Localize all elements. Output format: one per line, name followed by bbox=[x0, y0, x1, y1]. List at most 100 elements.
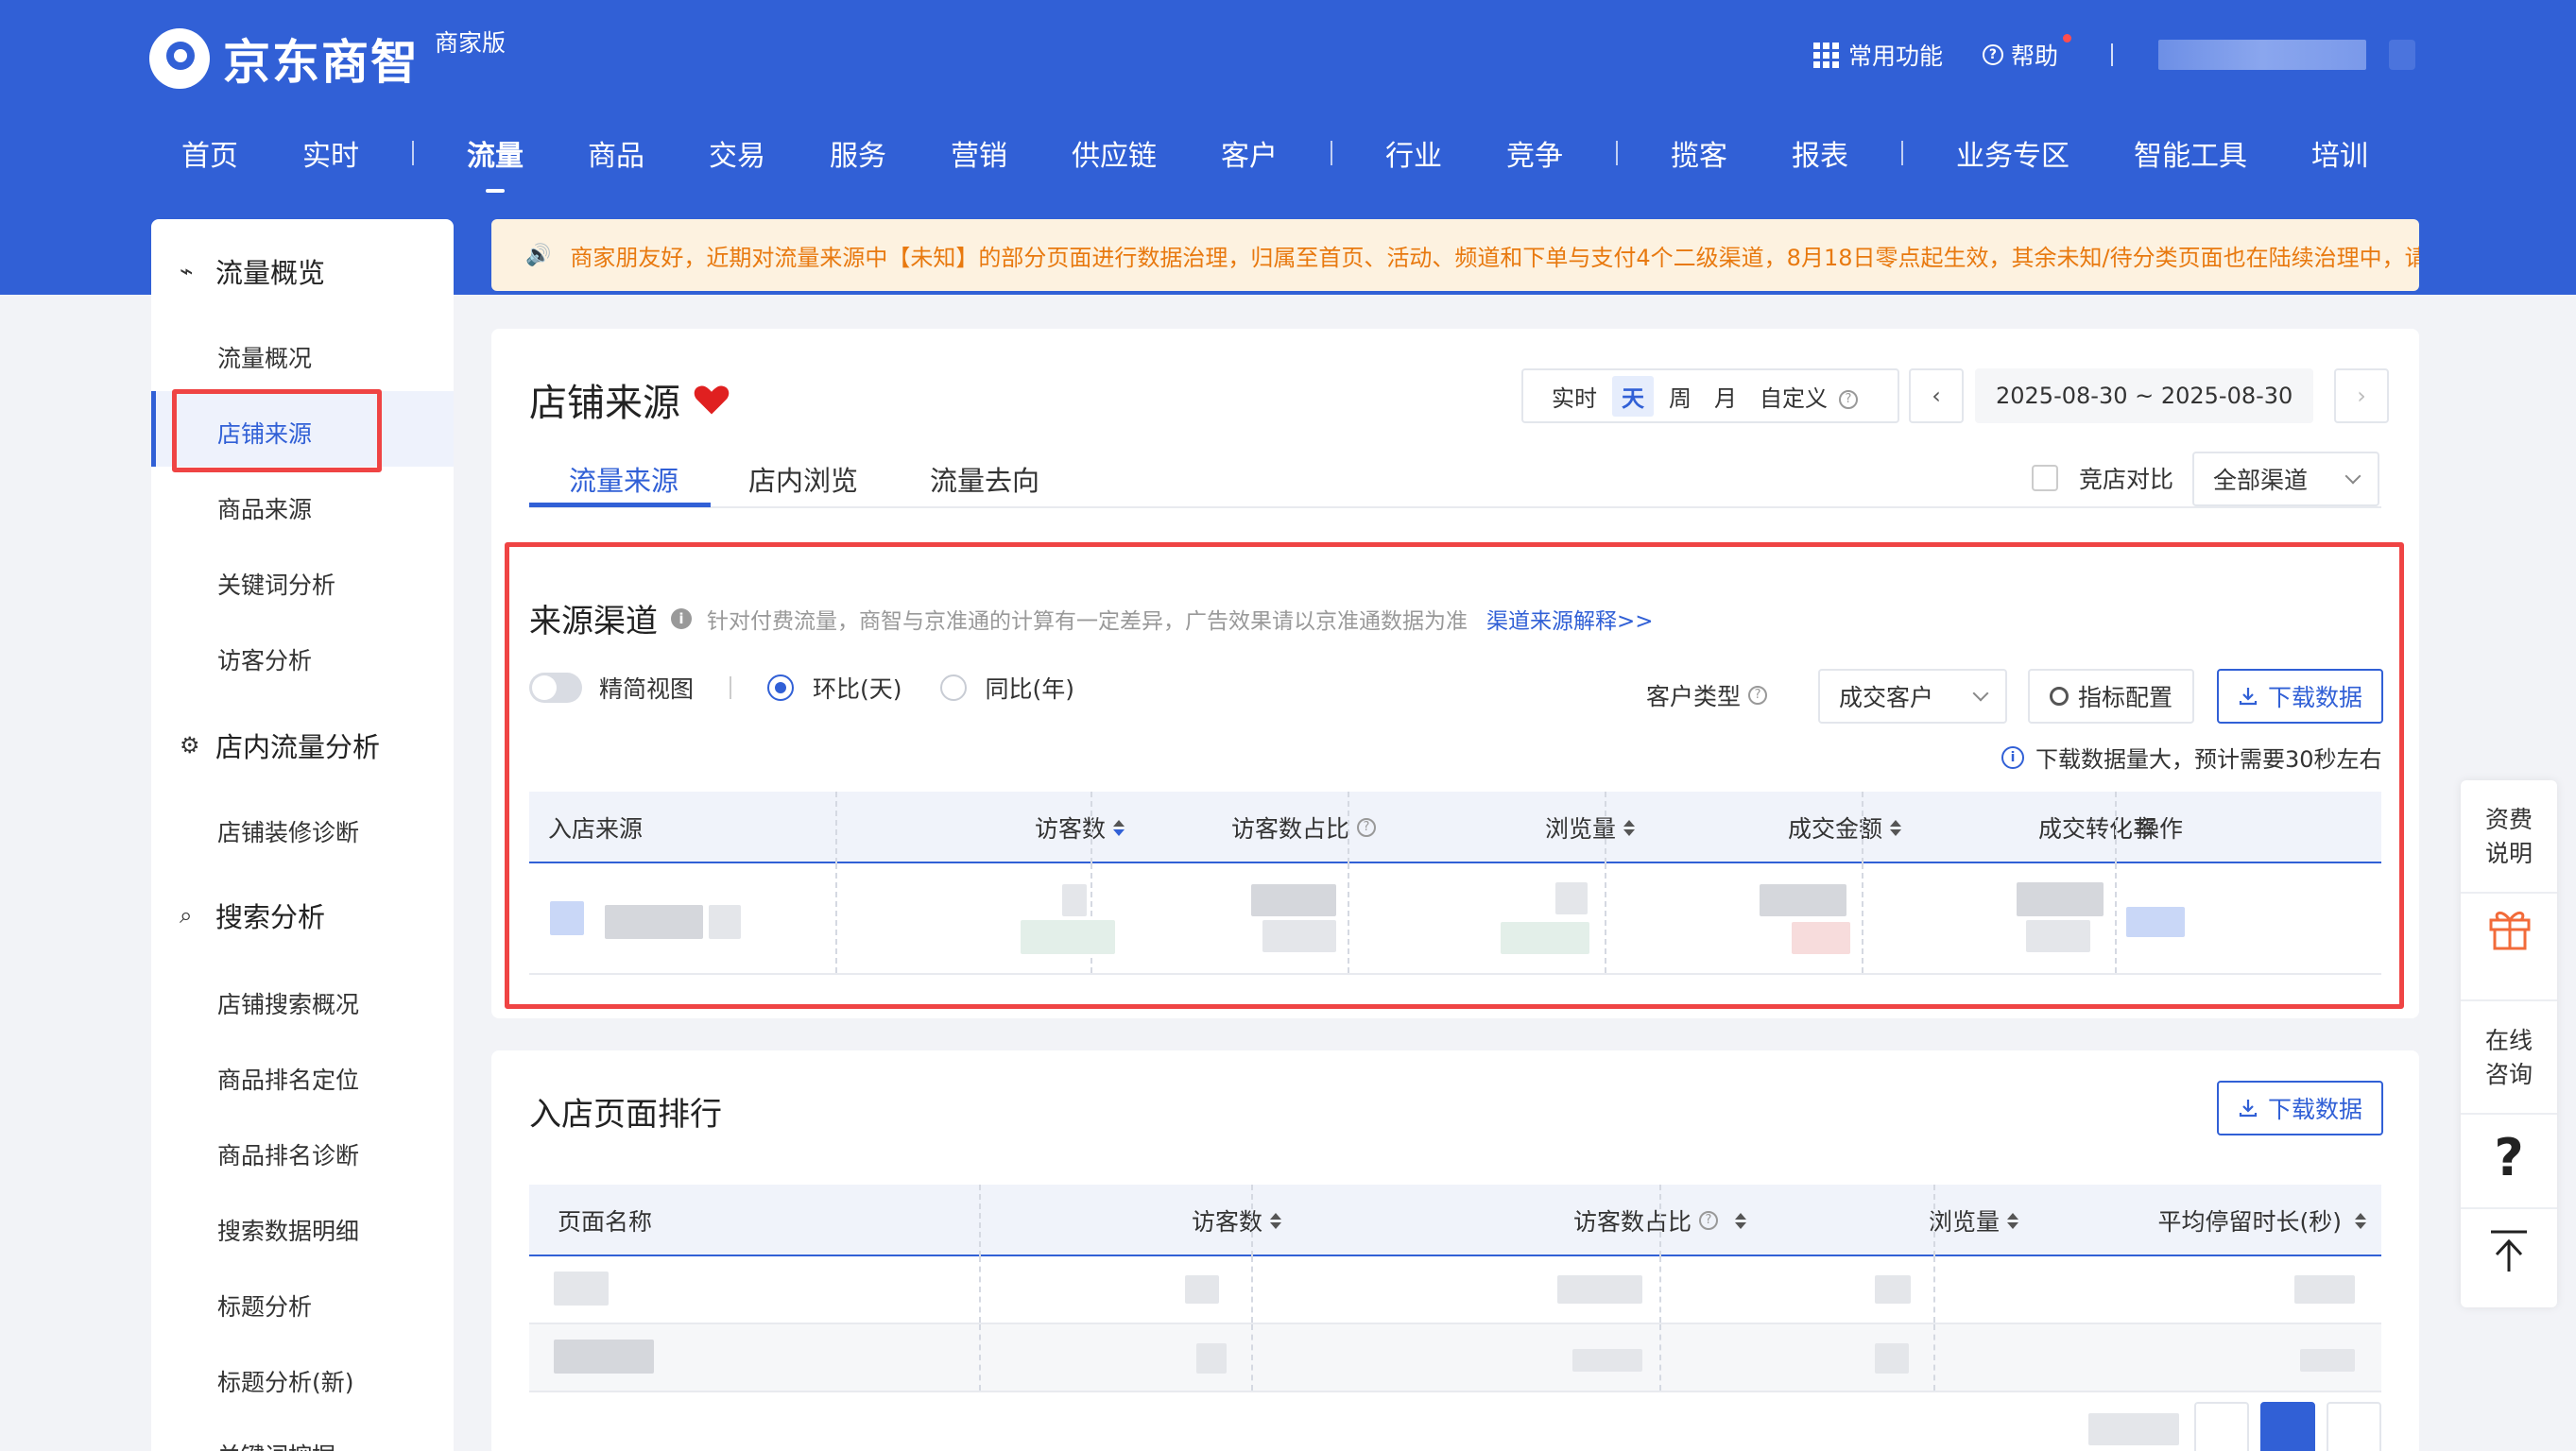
col-gmv[interactable]: 成交金额 bbox=[1616, 792, 1901, 863]
sidebar-group-search-analysis[interactable]: ⌕ 搜索分析 bbox=[180, 896, 325, 935]
nav-item-marketing[interactable]: 营销 bbox=[951, 132, 1007, 174]
rank-download-button[interactable]: 下载数据 bbox=[2217, 1081, 2383, 1135]
pager-current-page[interactable] bbox=[2260, 1402, 2315, 1451]
customer-type-select[interactable]: 成交客户 bbox=[1818, 669, 2007, 724]
page-title-text: 店铺来源 bbox=[529, 382, 680, 425]
sidebar-item-title-analysis[interactable]: 标题分析 bbox=[217, 1289, 312, 1323]
pager-prev-button[interactable] bbox=[2194, 1402, 2249, 1451]
col-visitor-share[interactable]: 访客数占比? bbox=[1106, 792, 1376, 863]
pager-next-button[interactable] bbox=[2327, 1402, 2381, 1451]
redacted-value bbox=[1185, 1275, 1219, 1304]
nav-item-reports[interactable]: 报表 bbox=[1792, 132, 1848, 174]
nav-item-transactions[interactable]: 交易 bbox=[709, 132, 765, 174]
sidebar-group-traffic-overview[interactable]: ⌁ 流量概览 bbox=[180, 251, 325, 291]
nav-item-service[interactable]: 服务 bbox=[830, 132, 886, 174]
sidebar-group-label: 店内流量分析 bbox=[215, 731, 381, 763]
tab-traffic-source[interactable]: 流量来源 bbox=[569, 459, 678, 499]
period-custom[interactable]: 自定义? bbox=[1760, 380, 1869, 413]
nav-item-customers[interactable]: 客户 bbox=[1221, 132, 1278, 174]
nav-item-products[interactable]: 商品 bbox=[588, 132, 644, 174]
sidebar-item-product-rank-diagnosis[interactable]: 商品排名诊断 bbox=[217, 1137, 359, 1171]
pager-total-redacted bbox=[2088, 1413, 2179, 1445]
panel-divider bbox=[2461, 1207, 2557, 1209]
download-note-text: 下载数据量大，预计需要30秒左右 bbox=[2035, 746, 2382, 773]
redacted-value bbox=[1792, 922, 1850, 954]
table-row[interactable] bbox=[529, 863, 2381, 975]
nav-item-traffic[interactable]: 流量 bbox=[467, 132, 524, 174]
prev-date-button[interactable]: ‹ bbox=[1909, 368, 1964, 423]
download-label: 下载数据 bbox=[2267, 684, 2362, 711]
simple-view-toggle[interactable] bbox=[529, 673, 582, 703]
sidebar-item-title-analysis-new[interactable]: 标题分析(新) bbox=[217, 1364, 354, 1398]
metric-config-button[interactable]: 指标配置 bbox=[2028, 669, 2194, 724]
channel-select[interactable]: 全部渠道 bbox=[2192, 452, 2379, 506]
customer-type-label: 客户类型 ? bbox=[1646, 678, 1768, 712]
help-link[interactable]: ? 帮助 bbox=[1982, 34, 2071, 72]
avatar[interactable] bbox=[2389, 40, 2415, 70]
online-consult-link[interactable]: 在线咨询 bbox=[2461, 1024, 2557, 1092]
sidebar-group-in-store-traffic[interactable]: ⚙ 店内流量分析 bbox=[180, 726, 380, 765]
back-to-top-icon[interactable] bbox=[2487, 1228, 2531, 1275]
table-row[interactable] bbox=[529, 1324, 2381, 1392]
sidebar-item-store-decoration[interactable]: 店铺装修诊断 bbox=[217, 814, 359, 848]
col-visitor-share-label: 访客数占比 bbox=[1572, 1208, 1692, 1236]
sidebar-item-store-search-overview[interactable]: 店铺搜索概况 bbox=[217, 986, 359, 1020]
nav-item-industry[interactable]: 行业 bbox=[1385, 132, 1442, 174]
compare-label: 竞店对比 bbox=[2079, 466, 2174, 493]
sidebar-item-search-data-detail[interactable]: 搜索数据明细 bbox=[217, 1213, 359, 1247]
help-circle-icon: ? bbox=[1982, 44, 2003, 65]
period-day[interactable]: 天 bbox=[1612, 375, 1654, 417]
sidebar-item-visitor-analysis[interactable]: 访客分析 bbox=[217, 642, 312, 676]
common-functions-link[interactable]: 常用功能 bbox=[1848, 38, 1943, 72]
redacted-value bbox=[2026, 920, 2090, 952]
table-row[interactable] bbox=[529, 1256, 2381, 1324]
logo[interactable]: 京东商智 bbox=[149, 25, 420, 93]
nav-item-business-zone[interactable]: 业务专区 bbox=[1956, 132, 2069, 174]
compare-checkbox[interactable] bbox=[2032, 465, 2058, 491]
period-realtime[interactable]: 实时 bbox=[1552, 380, 1597, 413]
col-pageviews[interactable]: 浏览量 bbox=[1361, 792, 1635, 863]
user-account[interactable] bbox=[2158, 40, 2366, 70]
sidebar-item-keyword-mining[interactable]: 关键词挖掘 bbox=[217, 1438, 335, 1451]
nav-item-competition[interactable]: 竞争 bbox=[1506, 132, 1563, 174]
download-data-button[interactable]: 下载数据 bbox=[2217, 669, 2383, 724]
fee-explain-link[interactable]: 资费说明 bbox=[2461, 803, 2557, 871]
col-visitor-share[interactable]: 访客数占比? bbox=[1228, 1185, 1746, 1256]
column-divider bbox=[1251, 1185, 1253, 1256]
nav-item-training[interactable]: 培训 bbox=[2311, 132, 2368, 174]
next-date-button[interactable]: › bbox=[2334, 368, 2389, 423]
sidebar-item-product-rank-position[interactable]: 商品排名定位 bbox=[217, 1062, 359, 1096]
redacted-action[interactable] bbox=[2126, 907, 2185, 937]
period-week[interactable]: 周 bbox=[1669, 380, 1692, 413]
sidebar-item-keyword-analysis[interactable]: 关键词分析 bbox=[217, 567, 335, 601]
nav-item-smart-tools[interactable]: 智能工具 bbox=[2134, 132, 2247, 174]
radio-mom[interactable] bbox=[767, 674, 795, 701]
sidebar-item-product-source[interactable]: 商品来源 bbox=[217, 491, 312, 525]
competitor-compare[interactable]: 竞店对比 bbox=[2032, 461, 2173, 495]
radio-yoy[interactable] bbox=[939, 674, 967, 701]
nav-item-supply-chain[interactable]: 供应链 bbox=[1072, 132, 1157, 174]
nav-item-realtime[interactable]: 实时 bbox=[302, 132, 359, 174]
heart-icon[interactable] bbox=[694, 384, 730, 416]
question-icon[interactable]: ? bbox=[2461, 1128, 2557, 1187]
gift-icon[interactable] bbox=[2485, 903, 2534, 952]
col-visitors[interactable]: 访客数 bbox=[841, 792, 1125, 863]
column-divider bbox=[979, 1324, 981, 1391]
nav-item-acquisition[interactable]: 揽客 bbox=[1671, 132, 1727, 174]
sidebar-item-traffic-summary[interactable]: 流量概况 bbox=[217, 340, 312, 374]
col-pageviews[interactable]: 浏览量 bbox=[1701, 1185, 2018, 1256]
tab-in-store-browse[interactable]: 店内浏览 bbox=[748, 459, 858, 499]
col-avg-duration[interactable]: 平均停留时长(秒) bbox=[2003, 1185, 2366, 1256]
date-range-picker[interactable]: 2025-08-30 ~ 2025-08-30 bbox=[1975, 368, 2313, 423]
column-divider bbox=[835, 792, 837, 863]
period-month[interactable]: 月 bbox=[1714, 380, 1737, 413]
download-icon bbox=[2239, 1100, 2258, 1118]
channel-explain-link[interactable]: 渠道来源解释>> bbox=[1486, 603, 1654, 635]
column-divider bbox=[1862, 792, 1863, 863]
grid-icon bbox=[1812, 42, 1839, 68]
redacted-value bbox=[709, 905, 741, 939]
download-icon bbox=[2239, 688, 2258, 706]
nav-item-home[interactable]: 首页 bbox=[181, 132, 238, 174]
redacted-value bbox=[554, 1340, 654, 1374]
tab-traffic-destination[interactable]: 流量去向 bbox=[930, 459, 1039, 499]
